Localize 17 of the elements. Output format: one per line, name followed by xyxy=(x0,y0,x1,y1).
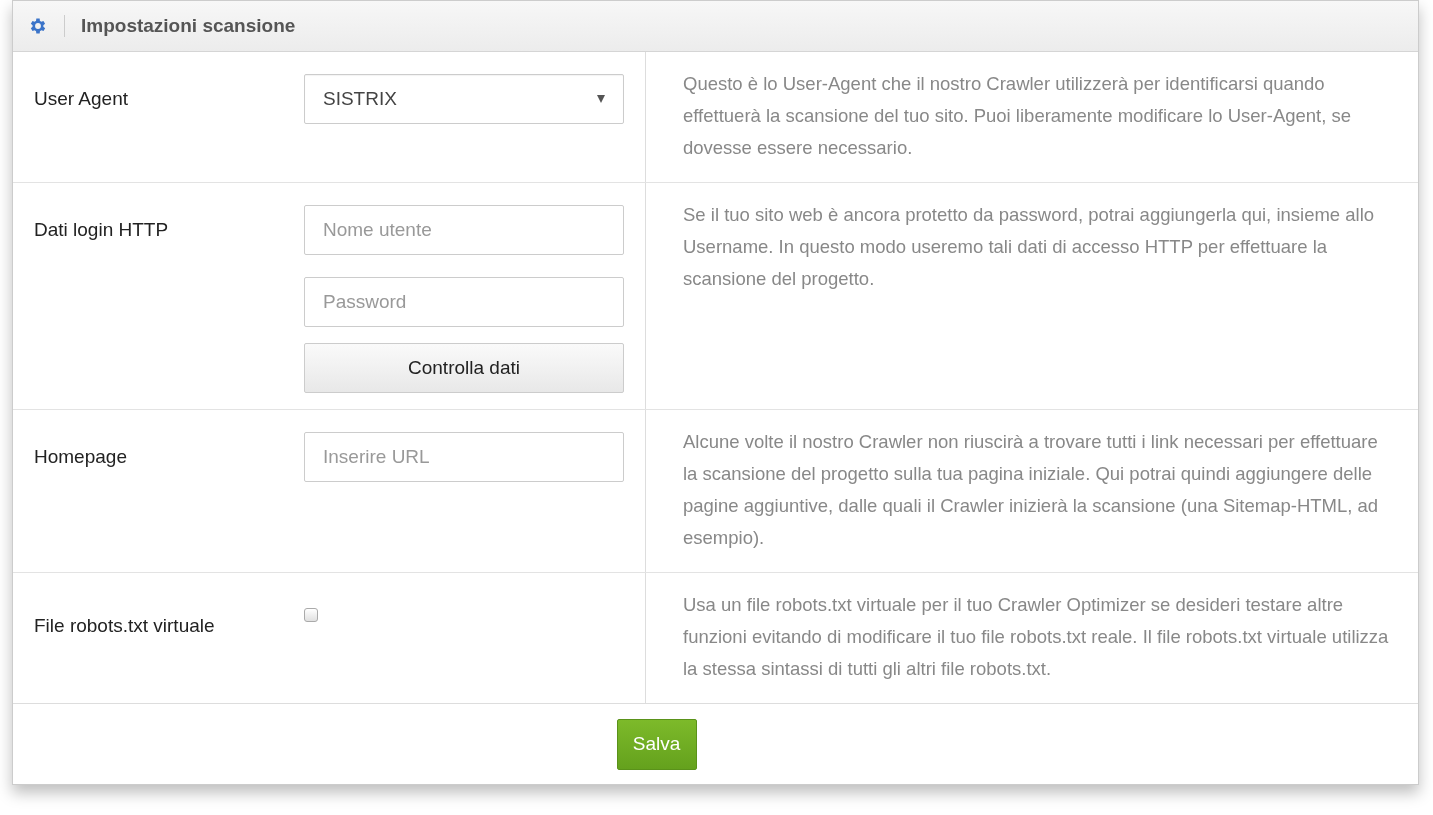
settings-icon xyxy=(28,16,48,36)
field-label: File robots.txt virtuale xyxy=(34,614,216,638)
description-text: Alcune volte il nostro Crawler non riuscirà a trovare tutti i link necessari per effettuare la scansione del progetto sulla tua pagina iniziale. Qui potrai quindi aggiungere delle pagine aggiuntive, dalle quali il Crawler inizierà la scansione (una Sitemap-HTML, ad esempio). xyxy=(683,430,1380,550)
description-text: Usa un file robots.txt virtuale per il tuo Crawler Optimizer se desideri testare altre funzioni evitando di modificare il tuo file robots.txt reale. Il file robots.txt virtuale utilizza la stessa sintassi di tutti gli altri file robots.txt. xyxy=(683,593,1390,681)
caret-icon xyxy=(597,95,605,103)
description-text: Questo è lo User-Agent che il nostro Crawler utilizzerà per identificarsi quando effettuerà la scansione del tuo sito. Puoi liberamente modificare lo User-Agent, se dovesse essere necessario. xyxy=(683,72,1353,160)
checkbox[interactable] xyxy=(304,608,318,622)
description-text: Se il tuo sito web è ancora protetto da password, potrai aggiungerla qui, insieme allo Username. In questo modo useremo tali dati di accesso HTTP per effettuare la scansione del progetto. xyxy=(683,203,1376,291)
check-data-button[interactable]: Controlla dati xyxy=(304,343,624,393)
panel-title: Impostazioni scansione xyxy=(81,15,296,37)
field-label: Homepage xyxy=(34,445,128,469)
field-label: Dati login HTTP xyxy=(34,218,170,242)
username-field[interactable]: Nome utente xyxy=(304,205,624,255)
url-field[interactable]: Inserire URL xyxy=(304,432,624,482)
password-field[interactable]: Password xyxy=(304,277,624,327)
field-label: User Agent xyxy=(34,87,129,111)
user-agent-select[interactable]: SISTRIX xyxy=(304,74,624,124)
